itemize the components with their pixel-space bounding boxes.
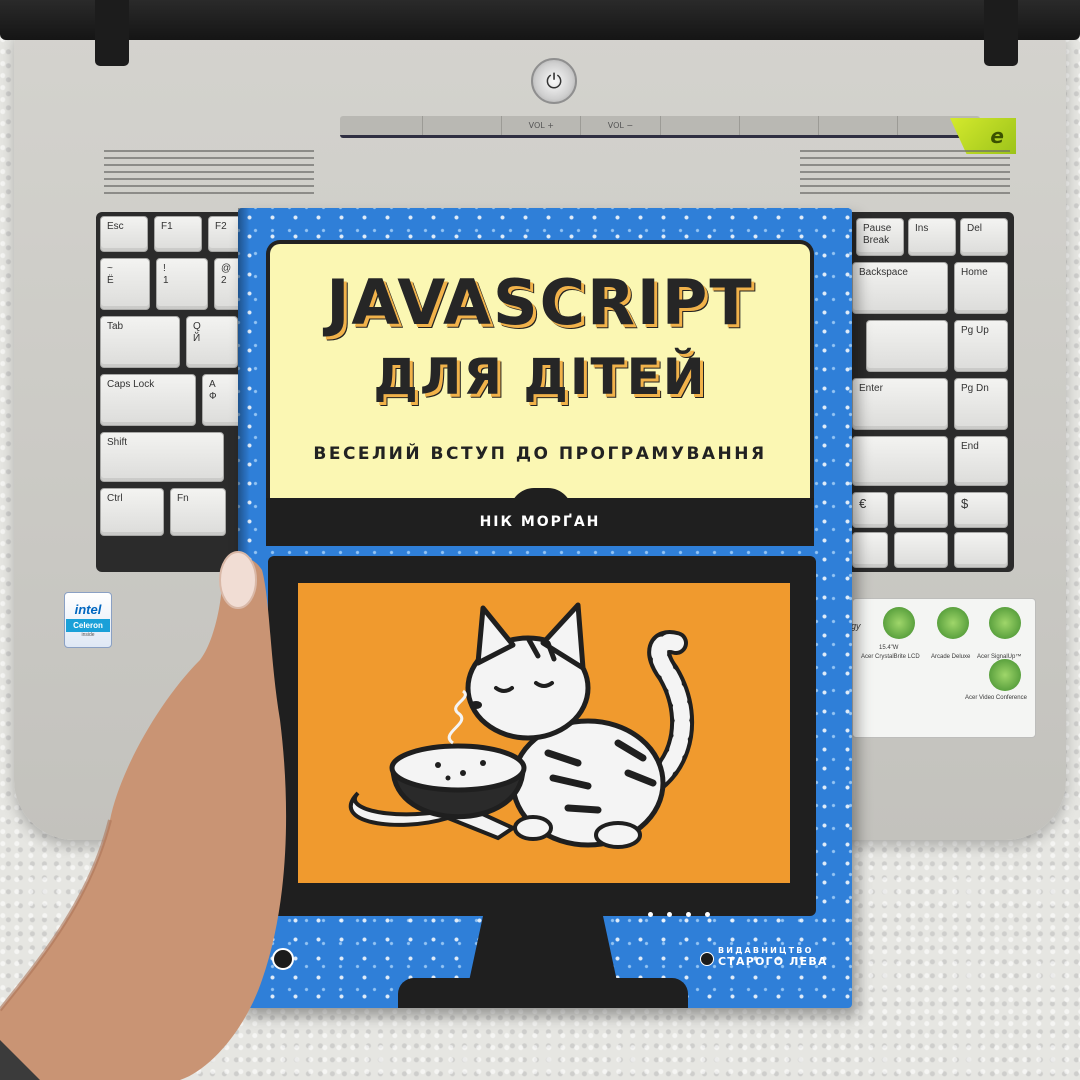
lcd-size-label: 15.4"W — [879, 645, 899, 651]
title-panel: JAVASCRIPT ДЛЯ ДІТЕЙ ВЕСЕЛИЙ ВСТУП ДО ПР… — [266, 240, 814, 498]
key-arrow-down[interactable] — [894, 532, 948, 568]
volume-up-button[interactable]: VOL + — [502, 116, 582, 135]
key-arrow-left[interactable] — [852, 532, 888, 568]
acer-e-icon: e — [990, 124, 1004, 148]
key-euro[interactable]: € — [852, 492, 888, 528]
key-esc[interactable]: Esc — [100, 216, 148, 252]
led-dot — [686, 912, 691, 917]
arcade-feature — [937, 607, 969, 639]
key-arrow-right[interactable] — [954, 532, 1008, 568]
soup-steam — [447, 689, 467, 745]
key-end[interactable]: End — [954, 436, 1008, 486]
key-home[interactable]: Home — [954, 262, 1008, 314]
led-dot — [648, 912, 653, 917]
led-dot — [667, 912, 672, 917]
key-fn[interactable]: Fn — [170, 488, 226, 536]
lcd-label: Acer CrystalBrite LCD — [861, 654, 920, 660]
cat-back-paw — [594, 821, 642, 849]
soup-surface — [389, 743, 527, 793]
video-conference-icon — [989, 659, 1021, 691]
author-bar: НІК МОРҐАН — [266, 498, 814, 546]
book-author: НІК МОРҐАН — [479, 514, 601, 530]
thumbnail — [219, 551, 257, 609]
key-caps-lock[interactable]: Caps Lock — [100, 374, 196, 426]
key-bracket[interactable] — [866, 320, 948, 372]
key-ins[interactable]: Ins — [908, 218, 956, 256]
key-backspace[interactable]: Backspace — [852, 262, 948, 314]
key-shift[interactable]: Shift — [100, 432, 224, 482]
lcd-icon — [883, 607, 915, 639]
monitor-screen — [298, 583, 790, 883]
monitor-led-dots — [648, 912, 710, 917]
key-page-up[interactable]: Pg Up — [954, 320, 1008, 372]
arcade-label: Arcade Deluxe — [931, 654, 971, 660]
led-dot — [705, 912, 710, 917]
signup-icon — [989, 607, 1021, 639]
publisher-lion-icon — [700, 952, 714, 966]
key-del[interactable]: Del — [960, 218, 1008, 256]
arcade-icon — [937, 607, 969, 639]
key-pause-break[interactable]: Pause Break — [856, 218, 904, 256]
hand-holding-book — [0, 551, 287, 1080]
video-label: Acer Video Conference — [965, 695, 1027, 701]
key-right-shift[interactable] — [852, 436, 948, 486]
key-1[interactable]: ! 1 — [156, 258, 208, 310]
monitor-base — [398, 978, 688, 1008]
book-title-line1: JAVASCRIPT — [326, 266, 754, 339]
cat-eating-soup-illustration — [348, 602, 694, 849]
power-icon: ⏻ — [546, 69, 562, 93]
media-button-1[interactable] — [344, 116, 424, 135]
publisher-line1: ВИДАВНИЦТВО — [718, 946, 814, 955]
publisher-logo: ВИДАВНИЦТВО СТАРОГО ЛЕВА — [700, 946, 828, 968]
media-button-6[interactable] — [740, 116, 819, 135]
volume-down-button[interactable]: VOL − — [581, 116, 661, 135]
technology-partial-label: gy — [851, 621, 861, 631]
cat-nose — [470, 701, 482, 709]
publisher-line2: СТАРОГО ЛЕВА — [718, 955, 828, 968]
book-title-line2: ДЛЯ ДІТЕЙ — [373, 348, 707, 406]
lcd-feature — [883, 607, 915, 639]
right-hinge — [984, 0, 1018, 66]
hand-skin — [0, 557, 287, 1080]
right-speaker-grille — [800, 150, 1010, 198]
left-speaker-grille — [104, 150, 314, 198]
media-button-7[interactable] — [819, 116, 898, 135]
signup-feature — [989, 607, 1021, 639]
key-arrow-up[interactable] — [894, 492, 948, 528]
key-enter[interactable]: Enter — [852, 378, 948, 430]
video-feature — [989, 659, 1021, 691]
key-q[interactable]: Q Й — [186, 316, 238, 368]
media-button-2[interactable] — [423, 116, 503, 135]
media-button-5[interactable] — [661, 116, 740, 135]
left-hinge — [95, 0, 129, 66]
key-tilde[interactable]: ~ Ё — [100, 258, 150, 310]
acer-feature-sticker: 15.4"W Acer CrystalBrite LCD Arcade Delu… — [851, 598, 1036, 738]
key-tab[interactable]: Tab — [100, 316, 180, 368]
key-dollar[interactable]: $ — [954, 492, 1008, 528]
book-subtitle: ВЕСЕЛИЙ ВСТУП ДО ПРОГРАМУВАННЯ — [313, 444, 767, 464]
key-page-down[interactable]: Pg Dn — [954, 378, 1008, 430]
monitor-stand — [468, 916, 618, 986]
media-key-bar: VOL + VOL − — [340, 116, 980, 138]
key-f1[interactable]: F1 — [154, 216, 202, 252]
cat-front-paw — [513, 815, 553, 841]
power-button[interactable]: ⏻ — [531, 58, 577, 104]
laptop-lid — [0, 0, 1080, 40]
key-ctrl[interactable]: Ctrl — [100, 488, 164, 536]
